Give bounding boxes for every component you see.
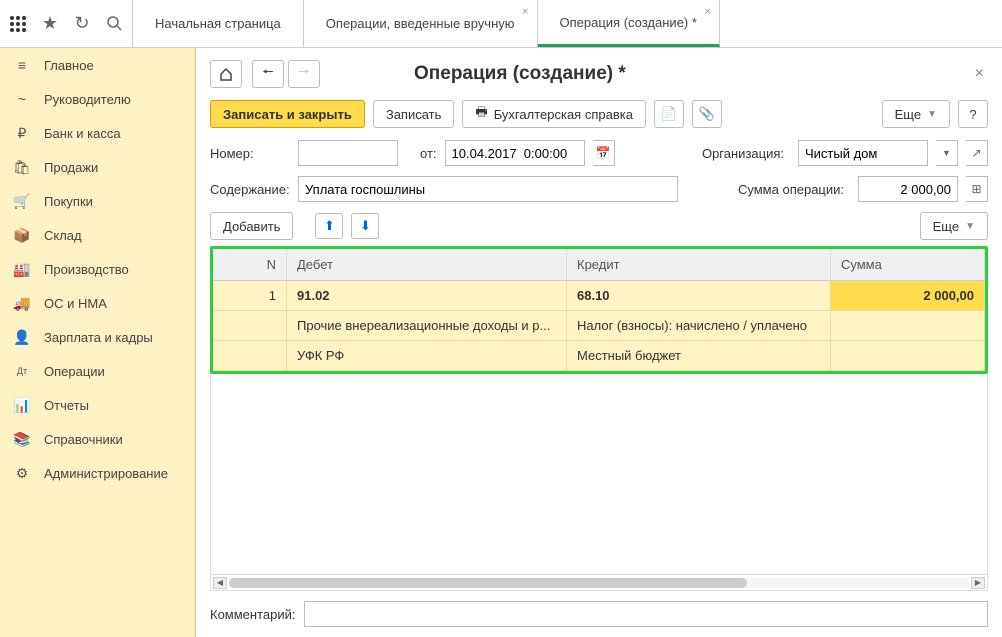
apps-icon[interactable] (8, 14, 28, 34)
sum-input[interactable] (858, 176, 958, 202)
sidebar-item-sales[interactable]: 🛍Продажи (0, 150, 195, 184)
box-icon: 📦 (14, 227, 30, 244)
col-header-debit[interactable]: Дебет (287, 249, 567, 280)
col-header-sum[interactable]: Сумма (831, 249, 985, 280)
number-input[interactable] (298, 140, 398, 166)
scroll-left-icon[interactable]: ◀ (213, 577, 227, 589)
document-button[interactable]: 📄 (654, 100, 684, 128)
search-icon[interactable] (104, 14, 124, 34)
tab-home[interactable]: Начальная страница (133, 0, 304, 47)
calendar-icon[interactable]: 📅 (593, 140, 615, 166)
sidebar-item-catalogs[interactable]: 📚Справочники (0, 422, 195, 456)
horizontal-scrollbar[interactable]: ◀ ▶ (210, 575, 988, 591)
person-icon: 👤 (14, 329, 30, 346)
entries-grid: N Дебет Кредит Сумма 1 91.02 68.10 2 000… (210, 246, 988, 374)
back-button[interactable]: 🠔 (252, 60, 284, 88)
help-button[interactable]: ? (958, 100, 988, 128)
col-header-credit[interactable]: Кредит (567, 249, 831, 280)
dropdown-icon[interactable]: ▼ (936, 140, 958, 166)
comment-label: Комментарий: (210, 607, 296, 622)
chart-icon: ~ (14, 91, 30, 107)
table-more-button[interactable]: Еще▼ (920, 212, 988, 240)
barchart-icon: 📊 (14, 397, 30, 414)
bag-icon: 🛍 (14, 159, 30, 176)
acct-reference-button[interactable]: 🖶Бухгалтерская справка (462, 100, 646, 128)
sum-label: Сумма операции: (738, 182, 844, 197)
scrollbar-thumb[interactable] (229, 578, 747, 588)
menu-icon: ≡ (14, 57, 30, 73)
history-icon[interactable]: ↻ (72, 14, 92, 34)
table-row[interactable]: Прочие внереализационные доходы и р... Н… (213, 311, 985, 341)
tabs: Начальная страница Операции, введенные в… (133, 0, 720, 47)
factory-icon: 🏭 (14, 261, 30, 278)
tab-operations-manual[interactable]: Операции, введенные вручную× (304, 0, 538, 47)
sidebar-item-manager[interactable]: ~Руководителю (0, 82, 195, 116)
org-label: Организация: (702, 146, 784, 161)
tab-operation-create[interactable]: Операция (создание) *× (538, 0, 720, 47)
number-label: Номер: (210, 146, 290, 161)
sidebar-item-payroll[interactable]: 👤Зарплата и кадры (0, 320, 195, 354)
calculator-icon[interactable]: ⊞ (966, 176, 988, 202)
table-row[interactable]: 1 91.02 68.10 2 000,00 (213, 281, 985, 311)
close-icon[interactable]: × (704, 6, 710, 18)
sidebar-item-assets[interactable]: 🚚ОС и НМА (0, 286, 195, 320)
page-title: Операция (создание) * (414, 63, 626, 85)
sidebar-item-purchases[interactable]: 🛒Покупки (0, 184, 195, 218)
table-row[interactable]: УФК РФ Местный бюджет (213, 341, 985, 371)
grid-empty-area[interactable] (210, 374, 988, 575)
close-doc-button[interactable]: × (971, 61, 988, 87)
open-icon[interactable]: ↗ (966, 140, 988, 166)
move-up-button[interactable]: ⬆ (315, 213, 343, 239)
home-button[interactable] (210, 60, 242, 88)
cart-icon: 🛒 (14, 193, 30, 210)
ruble-icon: ₽ (14, 125, 30, 142)
content-label: Содержание: (210, 182, 290, 197)
content-input[interactable] (298, 176, 678, 202)
sidebar-item-reports[interactable]: 📊Отчеты (0, 388, 195, 422)
save-close-button[interactable]: Записать и закрыть (210, 100, 365, 128)
attach-button[interactable]: 📎 (692, 100, 722, 128)
sidebar-item-bank[interactable]: ₽Банк и касса (0, 116, 195, 150)
star-icon[interactable]: ★ (40, 14, 60, 34)
save-button[interactable]: Записать (373, 100, 455, 128)
gear-icon: ⚙ (14, 465, 30, 482)
sidebar-item-operations[interactable]: ДтОперации (0, 354, 195, 388)
close-icon[interactable]: × (522, 6, 528, 18)
sidebar-item-warehouse[interactable]: 📦Склад (0, 218, 195, 252)
comment-input[interactable] (304, 601, 989, 627)
from-label: от: (420, 146, 437, 161)
more-button[interactable]: Еще▼ (882, 100, 950, 128)
forward-button[interactable]: 🠖 (288, 60, 320, 88)
org-input[interactable] (798, 140, 928, 166)
sidebar-item-production[interactable]: 🏭Производство (0, 252, 195, 286)
truck-icon: 🚚 (14, 295, 30, 312)
date-input[interactable] (445, 140, 585, 166)
sidebar-item-main[interactable]: ≡Главное (0, 48, 195, 82)
col-header-n[interactable]: N (213, 249, 287, 280)
sidebar-item-admin[interactable]: ⚙Администрирование (0, 456, 195, 490)
books-icon: 📚 (14, 431, 30, 448)
move-down-button[interactable]: ⬇ (351, 213, 379, 239)
sidebar: ≡Главное ~Руководителю ₽Банк и касса 🛍Пр… (0, 48, 196, 637)
dtkt-icon: Дт (14, 366, 30, 376)
scroll-right-icon[interactable]: ▶ (971, 577, 985, 589)
add-button[interactable]: Добавить (210, 212, 293, 240)
